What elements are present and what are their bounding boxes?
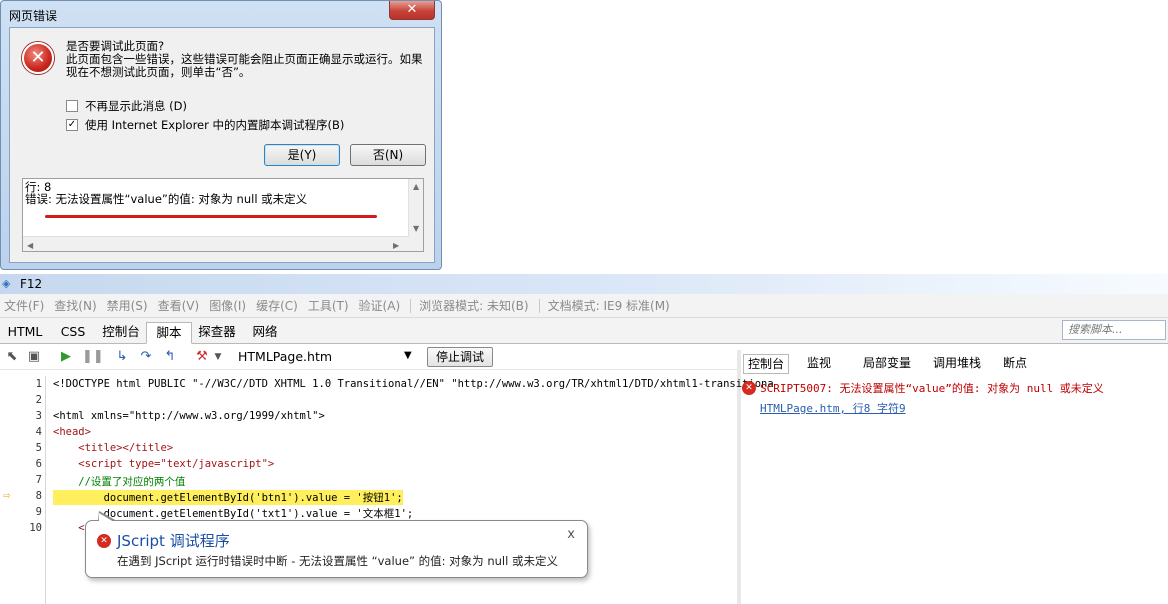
script-search-input[interactable]: 搜索脚本... — [1062, 320, 1166, 340]
menu-tools[interactable]: 工具(T) — [308, 297, 349, 314]
f12-title: F12 — [20, 277, 43, 291]
tab-console-right[interactable]: 控制台 — [743, 354, 789, 374]
console-error-text: SCRIPT5007: 无法设置属性“value”的值: 对象为 null 或未… — [760, 382, 1104, 395]
use-debugger-row[interactable]: ✓ 使用 Internet Explorer 中的内置脚本调试程序(B) — [66, 117, 344, 133]
tab-breakpoints[interactable]: 断点 — [999, 354, 1031, 374]
dialog-message: 是否要调试此页面? 此页面包含一些错误，这些错误可能会阻止页面正确显示或运行。如… — [66, 40, 431, 79]
line-number: 5 — [35, 442, 42, 454]
tab-html[interactable]: HTML — [4, 322, 46, 344]
use-debugger-checkbox[interactable]: ✓ — [66, 119, 78, 131]
scroll-down-icon[interactable]: ▼ — [413, 223, 419, 235]
use-debugger-label: 使用 Internet Explorer 中的内置脚本调试程序(B) — [85, 118, 345, 132]
f12-developer-tools: ◈ F12 文件(F) 查找(N) 禁用(S) 查看(V) 图像(I) 缓存(C… — [0, 274, 1168, 604]
tab-css[interactable]: CSS — [55, 322, 91, 344]
f12-menubar: 文件(F) 查找(N) 禁用(S) 查看(V) 图像(I) 缓存(C) 工具(T… — [0, 294, 1168, 318]
chevron-down-icon[interactable]: ▼ — [210, 349, 226, 365]
menu-separator — [538, 298, 540, 313]
select-element-icon[interactable]: ⬉ — [4, 349, 20, 365]
line-number: 2 — [35, 394, 42, 406]
error-dialog: 网页错误 ✕ ✕ 是否要调试此页面? 此页面包含一些错误，这些错误可能会阻止页面… — [0, 0, 442, 270]
error-icon: ✕ — [22, 42, 54, 74]
horizontal-scrollbar[interactable]: ◀ ▶ — [23, 236, 409, 251]
no-show-row[interactable]: 不再显示此消息 (D) — [66, 98, 187, 114]
clear-browser-icon[interactable]: ▣ — [26, 349, 42, 365]
break-on-error-icon[interactable]: ⚒ — [194, 349, 210, 365]
current-code-line: document.getElementById('btn1').value = … — [53, 490, 403, 505]
code-line: <script type="text/javascript"> — [53, 458, 275, 470]
error-icon: ✕ — [97, 534, 111, 548]
tab-call-stack[interactable]: 调用堆栈 — [929, 354, 985, 374]
line-number: 1 — [35, 378, 42, 390]
dialog-message-text: 此页面包含一些错误，这些错误可能会阻止页面正确显示或运行。如果现在不想测试此页面… — [66, 52, 423, 79]
menu-cache[interactable]: 缓存(C) — [256, 297, 298, 314]
f12-titlebar: ◈ F12 — [0, 274, 1168, 294]
file-dropdown-icon[interactable]: ▼ — [404, 350, 412, 361]
menu-find[interactable]: 查找(N) — [54, 297, 96, 314]
line-number: 4 — [35, 426, 42, 438]
tooltip-text: 在遇到 JScript 运行时错误时中断 - 无法设置属性 “value” 的值… — [117, 554, 558, 568]
menu-disable[interactable]: 禁用(S) — [107, 297, 148, 314]
line-number: 3 — [35, 410, 42, 422]
error-icon: ✕ — [742, 381, 756, 395]
menu-validate[interactable]: 验证(A) — [359, 297, 401, 314]
line-number: 8 — [35, 490, 42, 502]
tab-script[interactable]: 脚本 — [146, 322, 192, 344]
dialog-title: 网页错误 — [9, 9, 58, 23]
script-file-select[interactable]: HTMLPage.htm — [238, 349, 332, 364]
current-line-arrow-icon: ⇨ — [3, 488, 11, 502]
no-show-label: 不再显示此消息 (D) — [85, 99, 187, 113]
continue-icon[interactable]: ▶ — [58, 349, 74, 365]
code-line: <!DOCTYPE html PUBLIC "-//W3C//DTD XHTML… — [53, 378, 774, 390]
menu-file[interactable]: 文件(F) — [4, 297, 44, 314]
tab-locals[interactable]: 局部变量 — [859, 354, 915, 374]
line-number: 9 — [35, 506, 42, 518]
menu-browser-mode[interactable]: 浏览器模式: 未知(B) — [419, 297, 528, 314]
line-number: 7 — [35, 474, 42, 486]
tab-network[interactable]: 网络 — [245, 322, 285, 344]
stop-debugging-button[interactable]: 停止调试 — [427, 347, 493, 367]
line-number: 10 — [29, 522, 42, 534]
tab-console[interactable]: 控制台 — [98, 322, 144, 344]
no-show-checkbox[interactable] — [66, 100, 78, 112]
scroll-left-icon[interactable]: ◀ — [27, 240, 33, 252]
menu-document-mode[interactable]: 文档模式: IE9 标准(M) — [548, 297, 670, 314]
detail-error: 错误: 无法设置属性“value”的值: 对象为 null 或未定义 — [25, 192, 308, 206]
tab-watch[interactable]: 监视 — [799, 354, 839, 374]
jscript-debugger-tooltip: ✕ JScript 调试程序 在遇到 JScript 运行时错误时中断 - 无法… — [85, 511, 588, 578]
code-comment: //设置了对应的两个值 — [53, 476, 186, 488]
menu-separator — [410, 298, 412, 313]
f12-tabbar: HTML CSS 控制台 脚本 探查器 网络 搜索脚本... — [0, 318, 1168, 344]
yes-button[interactable]: 是(Y) — [264, 144, 340, 166]
red-underline — [45, 215, 377, 218]
code-line: <head> — [53, 426, 91, 438]
tooltip-pointer-fill — [99, 513, 114, 522]
scroll-right-icon[interactable]: ▶ — [393, 240, 399, 252]
code-line: < — [53, 522, 85, 534]
code-line: <html xmlns="http://www.w3.org/1999/xhtm… — [53, 410, 325, 422]
menu-view[interactable]: 查看(V) — [158, 297, 200, 314]
code-line: <title></title> — [53, 442, 174, 454]
f12-logo-icon: ◈ — [2, 277, 11, 290]
dialog-close-button[interactable]: ✕ — [389, 1, 435, 20]
step-over-icon[interactable]: ↷ — [138, 349, 154, 365]
line-number: 6 — [35, 458, 42, 470]
tab-profiler[interactable]: 探查器 — [194, 322, 240, 344]
step-out-icon[interactable]: ↰ — [162, 349, 178, 365]
break-all-icon[interactable]: ❚❚ — [82, 349, 104, 365]
no-button[interactable]: 否(N) — [350, 144, 426, 166]
dialog-body: ✕ 是否要调试此页面? 此页面包含一些错误，这些错误可能会阻止页面正确显示或运行… — [9, 27, 435, 263]
error-detail-box[interactable]: 行: 8 错误: 无法设置属性“value”的值: 对象为 null 或未定义 … — [22, 178, 424, 252]
tooltip-title: JScript 调试程序 — [117, 532, 230, 550]
console-source-link[interactable]: HTMLPage.htm, 行8 字符9 — [760, 400, 906, 416]
vertical-scrollbar[interactable]: ▲ ▼ — [408, 179, 423, 251]
right-pane-tabs: 控制台 监视 局部变量 调用堆栈 断点 — [741, 350, 1168, 376]
tooltip-close-icon[interactable]: x — [567, 527, 575, 542]
screen: 网页错误 ✕ ✕ 是否要调试此页面? 此页面包含一些错误，这些错误可能会阻止页面… — [0, 0, 1168, 604]
scroll-up-icon[interactable]: ▲ — [413, 181, 419, 193]
menu-images[interactable]: 图像(I) — [209, 297, 246, 314]
step-into-icon[interactable]: ↳ — [114, 349, 130, 365]
